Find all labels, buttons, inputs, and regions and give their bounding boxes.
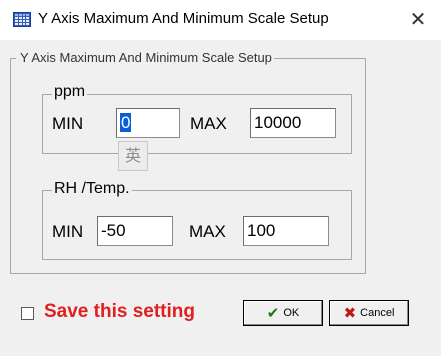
scale-setup-group-legend: Y Axis Maximum And Minimum Scale Setup [16, 50, 274, 65]
ppm-max-input[interactable]: 10000 [250, 108, 336, 138]
rh-temp-group-legend: RH /Temp. [52, 180, 132, 198]
close-icon: ✕ [409, 7, 427, 31]
cross-icon: ✖ [343, 304, 357, 322]
checkmark-icon: ✔ [266, 304, 280, 322]
rh-temp-min-input[interactable]: -50 [97, 216, 173, 246]
save-setting-checkbox[interactable] [21, 307, 34, 320]
ppm-group-legend: ppm [52, 83, 88, 101]
title-bar: Y Axis Maximum And Minimum Scale Setup ✕ [0, 0, 441, 40]
ok-button[interactable]: ✔ OK [243, 300, 323, 326]
ppm-min-value: 0 [120, 113, 132, 132]
rh-temp-min-value: -50 [101, 221, 126, 240]
ime-language-indicator: 英 [118, 141, 148, 171]
ppm-max-value: 10000 [254, 113, 302, 132]
ppm-min-input[interactable]: 0 [116, 108, 180, 138]
rh-temp-max-input[interactable]: 100 [243, 216, 329, 246]
rh-temp-max-value: 100 [247, 221, 276, 240]
window-title: Y Axis Maximum And Minimum Scale Setup [38, 10, 329, 27]
app-grid-icon [13, 12, 31, 27]
ok-button-label: OK [283, 307, 300, 319]
close-button[interactable]: ✕ [395, 0, 441, 40]
ppm-min-label: MIN [52, 114, 84, 133]
cancel-button-label: Cancel [360, 307, 395, 319]
cancel-button[interactable]: ✖ Cancel [329, 300, 409, 326]
ppm-max-label: MAX [190, 114, 227, 133]
save-setting-label[interactable]: Save this setting [44, 301, 195, 323]
rh-temp-min-label: MIN [52, 222, 84, 241]
rh-temp-max-label: MAX [189, 222, 226, 241]
